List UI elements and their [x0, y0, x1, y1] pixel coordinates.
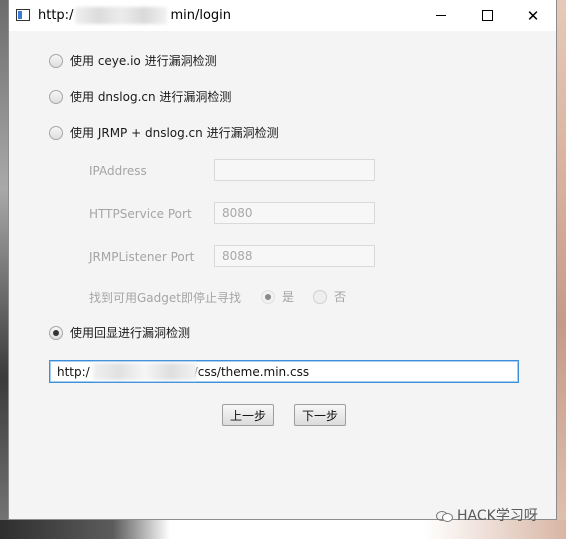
option-echo[interactable]: 使用回显进行漏洞检测 [49, 324, 190, 341]
window-title-prefix: http:/ [38, 8, 74, 23]
close-icon: ✕ [526, 6, 540, 25]
minimize-icon [436, 15, 446, 16]
redacted-title-blur [75, 7, 167, 24]
http-port-input[interactable] [214, 202, 375, 224]
option-ceye[interactable]: 使用 ceye.io 进行漏洞检测 [49, 52, 217, 69]
minimize-button[interactable] [418, 0, 464, 31]
next-step-button[interactable]: 下一步 [294, 404, 346, 426]
target-url-suffix: :/css/theme.min.css [189, 364, 310, 379]
previous-step-button[interactable]: 上一步 [222, 404, 274, 426]
maximize-icon [481, 10, 493, 21]
http-port-label: HTTPService Port [89, 207, 192, 221]
window-title-suffix: min/login [170, 8, 232, 23]
option-ceye-label: 使用 ceye.io 进行漏洞检测 [70, 54, 217, 68]
option-dnslog-label: 使用 dnslog.cn 进行漏洞检测 [70, 90, 232, 104]
gadget-stop-label: 找到可用Gadget即停止寻找 [89, 291, 241, 305]
jrmp-port-input[interactable] [214, 245, 375, 267]
close-button[interactable]: ✕ [510, 0, 556, 31]
app-window: http:/ min/login ✕ 使用 ceye.io 进行漏洞检测 使用 d… [8, 0, 557, 520]
ip-address-label: IPAddress [89, 164, 147, 178]
gadget-no-option[interactable]: 否 [313, 288, 346, 305]
watermark: HACK学习呀 [436, 505, 538, 525]
gadget-no-label: 否 [334, 290, 347, 304]
gadget-yes-label: 是 [282, 290, 295, 304]
app-window-icon [16, 9, 30, 21]
radio-ceye[interactable] [49, 53, 63, 68]
option-dnslog[interactable]: 使用 dnslog.cn 进行漏洞检测 [49, 88, 231, 105]
option-jrmp-label: 使用 JRMP + dnslog.cn 进行漏洞检测 [70, 126, 279, 140]
maximize-button[interactable] [464, 0, 510, 31]
radio-echo[interactable] [49, 325, 63, 340]
radio-gadget-no[interactable] [313, 289, 327, 304]
radio-jrmp[interactable] [49, 125, 63, 140]
option-echo-label: 使用回显进行漏洞检测 [70, 326, 191, 340]
ip-address-input[interactable] [214, 159, 375, 181]
desktop-background-right [557, 0, 566, 539]
redacted-url-blur [93, 363, 197, 380]
desktop-background-left [0, 0, 8, 539]
wechat-icon [436, 509, 453, 522]
option-jrmp[interactable]: 使用 JRMP + dnslog.cn 进行漏洞检测 [49, 124, 279, 141]
jrmp-port-label: JRMPListener Port [89, 250, 195, 264]
target-url-prefix: http:/ [57, 364, 90, 379]
radio-gadget-yes[interactable] [261, 289, 275, 304]
watermark-text: HACK学习呀 [457, 508, 538, 524]
title-bar[interactable]: http:/ min/login ✕ [9, 0, 556, 31]
main-content: 使用 ceye.io 进行漏洞检测 使用 dnslog.cn 进行漏洞检测 使用… [9, 31, 556, 519]
radio-dnslog[interactable] [49, 89, 63, 104]
gadget-yes-option[interactable]: 是 [261, 288, 294, 305]
